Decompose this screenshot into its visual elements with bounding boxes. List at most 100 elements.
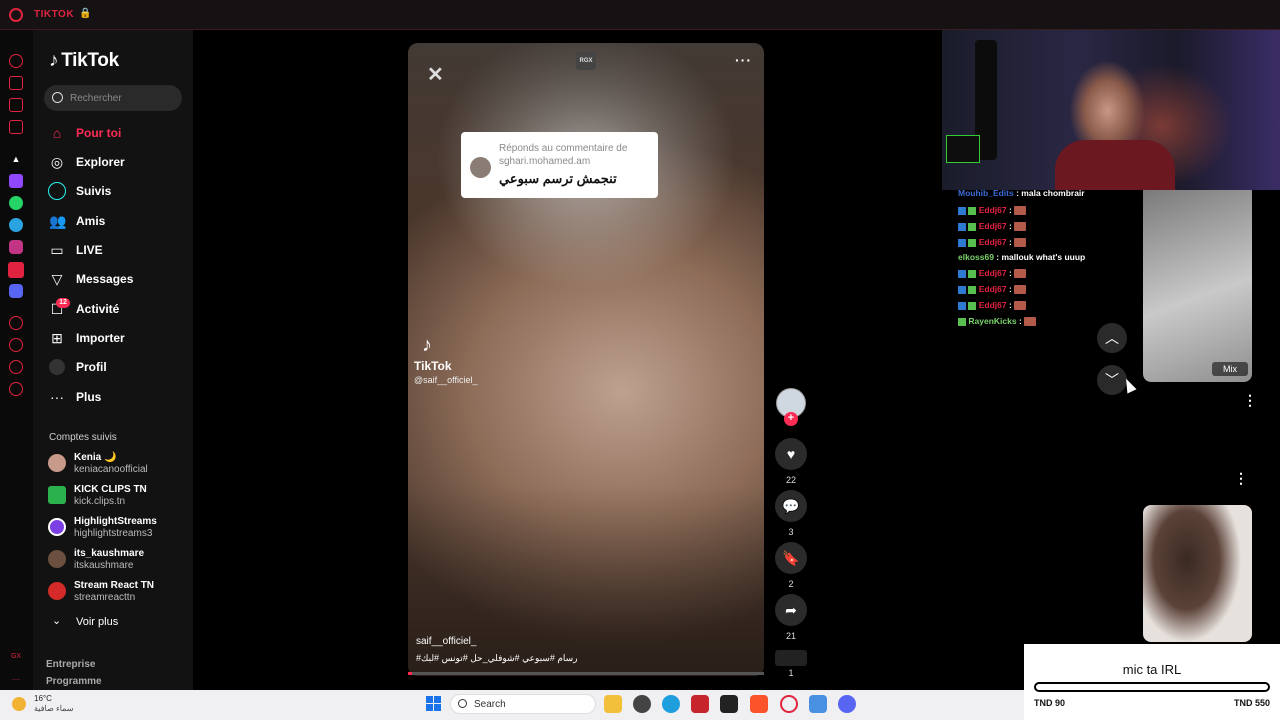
gx-icon[interactable]: GX: [9, 650, 23, 664]
comment-count: 3: [788, 527, 794, 537]
nav-following[interactable]: Suivis: [44, 178, 184, 204]
extensions-icon[interactable]: [9, 360, 23, 374]
footer-link[interactable]: Programme: [46, 676, 102, 687]
suggested-video-thumbnail[interactable]: [1143, 505, 1252, 642]
bookmark-icon: 🔖: [782, 550, 800, 566]
chat-message: elkoss69 : mallouk what's uuup: [958, 252, 1086, 262]
clock-icon[interactable]: [9, 338, 23, 352]
emote-icon: [1014, 238, 1027, 248]
badge-icon: [968, 269, 977, 278]
followed-account[interactable]: Stream React TN streamreacttn: [44, 578, 184, 608]
nav-profile[interactable]: Profil: [44, 354, 184, 380]
app-icon[interactable]: [691, 695, 709, 713]
following-icon: [48, 182, 66, 200]
nav-more[interactable]: ··· Plus: [44, 384, 184, 410]
window-title: TIKTOK: [34, 9, 75, 20]
followed-account[interactable]: its_kaushmare itskaushmare: [44, 546, 184, 576]
discord-icon[interactable]: [9, 284, 23, 298]
twitch-icon[interactable]: [9, 174, 23, 188]
news-icon[interactable]: [9, 120, 23, 134]
weather-icon[interactable]: [12, 697, 26, 711]
webcam-green-light: [946, 135, 980, 163]
followed-account[interactable]: HighlightStreams highlightstreams3: [44, 514, 184, 544]
comment-icon: 💬: [782, 498, 800, 514]
badge-icon: [958, 222, 966, 231]
nav-friends[interactable]: 👥 Amis: [44, 208, 184, 234]
player-icon[interactable]: [9, 316, 23, 330]
weather-description: سماء صافية: [34, 704, 74, 713]
edge-icon[interactable]: [662, 695, 680, 713]
taskbar-search[interactable]: [450, 694, 596, 714]
nav-live[interactable]: ▭ LIVE: [44, 237, 184, 263]
history-icon[interactable]: [9, 54, 23, 68]
see-more-button[interactable]: ⌄ Voir plus: [44, 612, 164, 632]
nav-for-you[interactable]: ⌂ Pour toi: [44, 120, 184, 146]
settings-icon[interactable]: [9, 382, 23, 396]
rail-more-icon[interactable]: ···: [9, 672, 23, 686]
discord-icon[interactable]: [838, 695, 856, 713]
followed-account[interactable]: KICK CLIPS TN kick.clips.tn: [44, 482, 184, 512]
opera-logo-icon[interactable]: [9, 8, 23, 22]
kebab-menu-icon[interactable]: ⋮: [1234, 470, 1248, 487]
followed-account[interactable]: Kenia 🌙 keniacanoofficial: [44, 450, 184, 480]
emote-icon: [1014, 269, 1027, 279]
badge-icon: [958, 285, 966, 294]
compass-icon: ◎: [50, 154, 64, 170]
nav-label: Profil: [76, 360, 107, 374]
mix-badge: Mix: [1212, 362, 1248, 376]
lock-icon: 🔒: [79, 8, 92, 19]
kebab-menu-icon[interactable]: ⋮: [1243, 392, 1257, 409]
instagram-icon[interactable]: [9, 240, 23, 254]
messenger-icon[interactable]: [9, 98, 23, 112]
goal-progress-fill: [1036, 684, 1268, 690]
video-progress-bar[interactable]: [408, 672, 764, 675]
chat-message: Eddj67 :: [958, 237, 1027, 248]
telegram-icon[interactable]: [9, 218, 23, 232]
music-disc-button[interactable]: [775, 650, 807, 666]
nav-label: Amis: [76, 214, 106, 228]
chat-text: mallouk what's uuup: [1001, 252, 1086, 262]
opera-gx-icon[interactable]: [780, 695, 798, 713]
suggested-video-thumbnail[interactable]: [1143, 190, 1252, 382]
file-explorer-icon[interactable]: [604, 695, 622, 713]
save-button[interactable]: 🔖: [775, 542, 807, 574]
start-button[interactable]: [426, 696, 442, 712]
badge-icon: [958, 238, 966, 247]
chat-text: mala chombrair: [1021, 188, 1085, 198]
kick-icon[interactable]: ▲: [9, 152, 23, 166]
nav-explore[interactable]: ◎ Explorer: [44, 149, 184, 175]
chat-user: Eddj67: [978, 300, 1007, 310]
share-button[interactable]: ➦: [775, 594, 807, 626]
chat-user: elkoss69: [958, 252, 994, 262]
video-author[interactable]: saif__officiel_: [416, 636, 476, 647]
follow-plus-button[interactable]: +: [784, 412, 798, 426]
tiktok-rail-icon[interactable]: [8, 262, 24, 278]
video-hashtags[interactable]: #رسام #سبوعي #شوفلي_حل #تونس #لبك: [416, 653, 578, 664]
activity-badge: 12: [56, 298, 70, 308]
notepad-icon[interactable]: [809, 695, 827, 713]
search-input[interactable]: [70, 85, 178, 111]
account-handle: streamreacttn: [74, 592, 136, 603]
account-name: Kenia 🌙: [74, 452, 117, 463]
aria-icon[interactable]: [9, 76, 23, 90]
chat-message: Eddj67 :: [958, 268, 1027, 279]
account-name: Stream React TN: [74, 580, 155, 591]
like-button[interactable]: ♥: [775, 438, 807, 470]
tiktok-logo[interactable]: ♪ TikTok: [49, 50, 119, 72]
previous-video-button[interactable]: ︿: [1097, 323, 1127, 353]
app-icon[interactable]: [720, 695, 738, 713]
whatsapp-icon[interactable]: [9, 196, 23, 210]
chevron-down-icon: ﹀: [1105, 372, 1119, 388]
brave-icon[interactable]: [750, 695, 768, 713]
footer-link[interactable]: Entreprise: [46, 659, 95, 670]
nav-upload[interactable]: ⊞ Importer: [44, 325, 184, 351]
avatar: [48, 486, 66, 504]
app-icon[interactable]: [633, 695, 651, 713]
chevron-up-icon: ︿: [1105, 330, 1119, 346]
video-more-icon[interactable]: ···: [735, 52, 752, 68]
capcut-icon: ✕: [427, 64, 444, 86]
chat-user: Eddj67: [978, 221, 1007, 231]
account-handle: keniacanoofficial: [74, 464, 148, 475]
nav-messages[interactable]: ▽ Messages: [44, 266, 184, 292]
comment-button[interactable]: 💬: [775, 490, 807, 522]
